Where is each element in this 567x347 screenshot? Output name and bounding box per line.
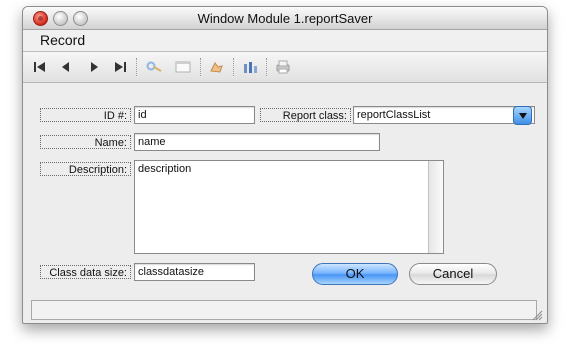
- print-icon[interactable]: [274, 58, 292, 76]
- report-saver-window: Window Module 1.reportSaver Record ID #:…: [22, 6, 548, 324]
- menu-bar: Record: [23, 30, 547, 52]
- cancel-button[interactable]: Cancel: [409, 263, 497, 285]
- key-icon[interactable]: [145, 58, 163, 76]
- sort-icon[interactable]: [241, 58, 259, 76]
- name-label: Name:: [40, 135, 131, 149]
- id-label: ID #:: [40, 108, 131, 122]
- description-textarea[interactable]: description: [134, 160, 444, 254]
- menu-record[interactable]: Record: [40, 32, 85, 48]
- id-field[interactable]: id: [134, 106, 255, 124]
- class-data-size-label: Class data size:: [40, 265, 131, 279]
- previous-record-icon[interactable]: [57, 58, 75, 76]
- toolbar-separator: [233, 58, 235, 76]
- title-bar[interactable]: Window Module 1.reportSaver: [23, 7, 547, 30]
- window-title: Window Module 1.reportSaver: [197, 11, 373, 26]
- first-record-icon[interactable]: [31, 58, 49, 76]
- resize-grip-icon[interactable]: [532, 308, 543, 321]
- toolbar-separator: [136, 58, 138, 76]
- status-bar: [31, 300, 537, 320]
- edit-icon[interactable]: [207, 58, 225, 76]
- class-data-size-field[interactable]: classdatasize: [134, 263, 255, 281]
- report-class-select[interactable]: reportClassList: [353, 106, 535, 124]
- toolbar-separator: [266, 58, 268, 76]
- description-scrollbar[interactable]: [428, 161, 443, 253]
- ok-button[interactable]: OK: [312, 263, 398, 285]
- record-toolbar: [23, 52, 547, 83]
- last-record-icon[interactable]: [111, 58, 129, 76]
- name-field[interactable]: name: [134, 133, 380, 151]
- toolbar-separator: [200, 58, 202, 76]
- next-record-icon[interactable]: [85, 58, 103, 76]
- report-class-label: Report class:: [260, 108, 351, 122]
- description-label: Description:: [40, 162, 131, 176]
- report-class-dropdown-button[interactable]: [513, 106, 532, 125]
- description-text: description: [138, 163, 192, 175]
- window-icon[interactable]: [174, 58, 192, 76]
